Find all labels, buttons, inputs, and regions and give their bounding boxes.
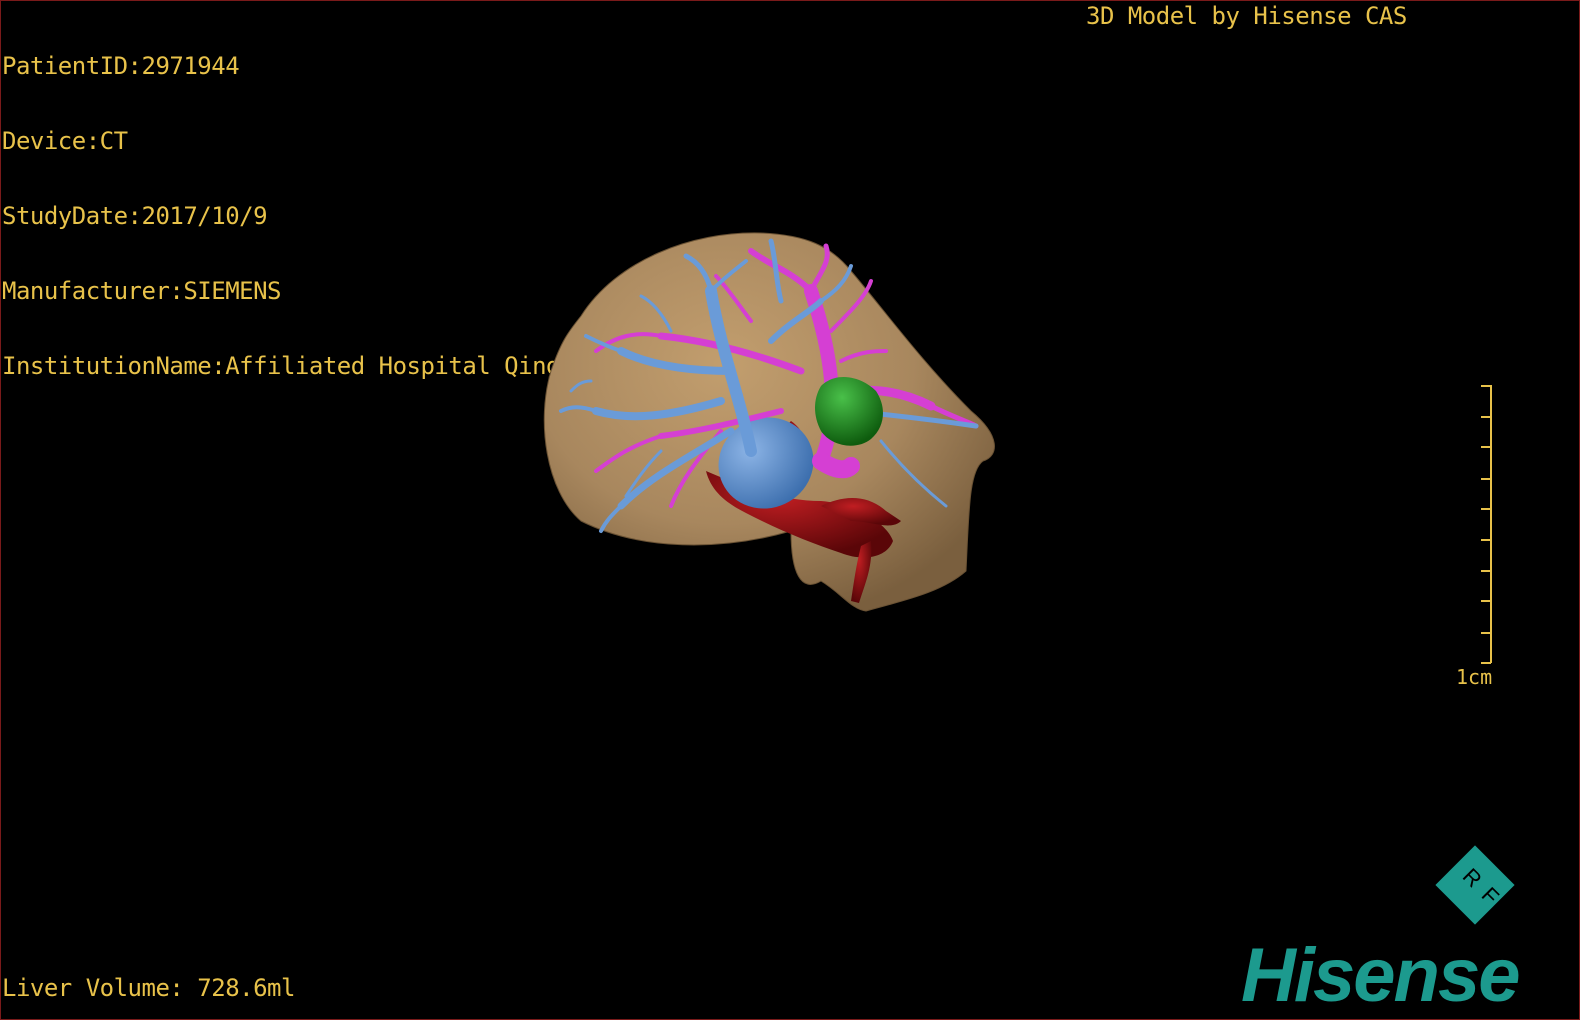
patient-id-text: PatientID:2971944 [2, 52, 240, 80]
liver-volume-text: Liver Volume: 728.6ml [2, 974, 295, 1002]
device-text: Device:CT [2, 127, 128, 155]
scale-label: 1cm [1456, 665, 1493, 689]
liver-3d-model[interactable] [521, 221, 1021, 641]
rf-diamond-icon: R F [1435, 845, 1515, 925]
model-title: 3D Model by Hisense CAS [1086, 2, 1407, 30]
scale-bar [1481, 385, 1492, 664]
hisense-wordmark: Hisense [1241, 933, 1520, 1018]
3d-viewport[interactable]: PatientID:2971944 Device:CT StudyDate:20… [0, 0, 1580, 1020]
hisense-logo: R F Hisense [1241, 839, 1571, 1018]
